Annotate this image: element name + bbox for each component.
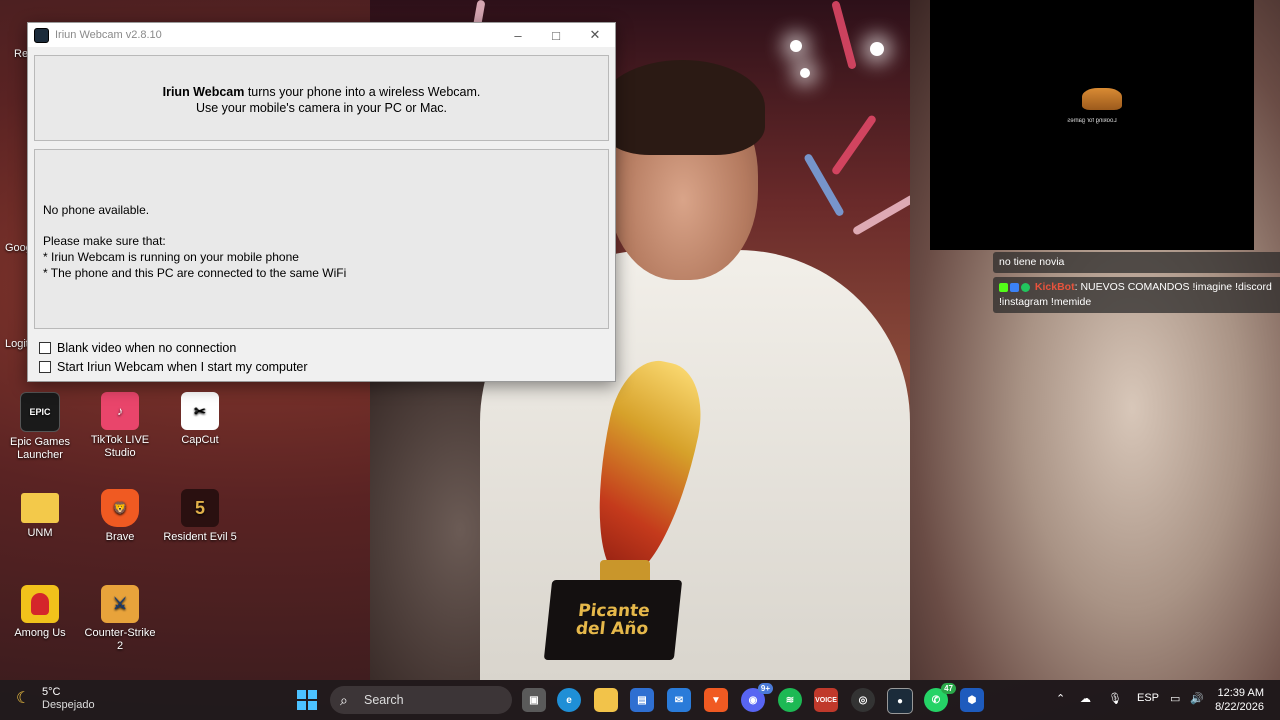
intro-line-1: Iriun Webcam turns your phone into a wir… bbox=[35, 84, 608, 100]
intro-panel: Iriun Webcam turns your phone into a wir… bbox=[34, 55, 609, 141]
desktop-icon-brave[interactable]: 🦁 Brave bbox=[81, 489, 159, 544]
cat-image bbox=[1082, 88, 1122, 110]
desktop-icon-tiktok-live[interactable]: ♪ TikTok LIVE Studio bbox=[81, 392, 159, 460]
folder-icon bbox=[21, 493, 59, 523]
voicemod-icon[interactable]: VOICE bbox=[814, 688, 838, 712]
whatsapp-badge: 47 bbox=[941, 683, 956, 694]
taskbar-search[interactable]: ⌕ Search bbox=[330, 686, 512, 714]
iriun-taskbar-icon[interactable]: ● bbox=[887, 688, 913, 714]
blank-video-label[interactable]: Blank video when no connection bbox=[57, 341, 236, 355]
onedrive-icon[interactable]: ☁ bbox=[1080, 692, 1091, 705]
rocket-league-icon[interactable]: ⬢ bbox=[960, 688, 984, 712]
desktop-icon-label: UNM bbox=[27, 527, 53, 539]
among-us-icon bbox=[21, 585, 59, 623]
trophy-text-line1: Picante bbox=[577, 601, 651, 621]
chevron-up-icon[interactable]: ⌃ bbox=[1056, 692, 1065, 705]
task-view-icon[interactable]: ▣ bbox=[522, 688, 546, 712]
desktop-icon-resident-evil-5[interactable]: 5 Resident Evil 5 bbox=[161, 489, 239, 544]
capcut-icon: ✂ bbox=[181, 392, 219, 430]
whatsapp-icon[interactable]: ✆ 47 bbox=[924, 683, 956, 712]
hint-line: * Iriun Webcam is running on your mobile… bbox=[43, 250, 299, 264]
store-icon[interactable]: ▤ bbox=[630, 688, 654, 712]
chat-message: KickBot: NUEVOS COMANDOS !imagine !disco… bbox=[993, 277, 1280, 313]
maximize-button[interactable]: □ bbox=[537, 23, 575, 47]
stream-preview: Looking for games bbox=[930, 0, 1254, 250]
voicemod-label: VOICE bbox=[815, 696, 837, 704]
discord-badge: 9+ bbox=[757, 683, 773, 694]
weather-condition: Despejado bbox=[42, 699, 95, 711]
hint-heading: Please make sure that: bbox=[43, 234, 166, 248]
preview-text: Looking for games bbox=[1067, 118, 1117, 124]
startup-option[interactable]: Start Iriun Webcam when I start my compu… bbox=[39, 360, 308, 374]
desktop-icon-label: Epic Games Launcher bbox=[10, 436, 70, 461]
iriun-app-icon bbox=[34, 27, 49, 43]
intro-line-2: Use your mobile's camera in your PC or M… bbox=[195, 101, 448, 115]
microphone-icon[interactable]: 🎙 bbox=[1108, 692, 1122, 705]
close-button[interactable]: ✕ bbox=[576, 23, 614, 47]
hint-line: * The phone and this PC are connected to… bbox=[43, 266, 347, 280]
clock-time: 12:39 AM bbox=[1217, 687, 1264, 699]
bot-badge-icon bbox=[1010, 282, 1019, 292]
brave-icon: 🦁 bbox=[101, 489, 139, 527]
spotify-icon[interactable]: ≋ bbox=[778, 688, 802, 712]
start-button[interactable] bbox=[297, 690, 317, 710]
kick-badge-icon bbox=[999, 282, 1008, 292]
weather-temp: 5°C bbox=[42, 686, 61, 698]
desktop-icon-label: Resident Evil 5 bbox=[163, 531, 237, 543]
blank-video-checkbox[interactable] bbox=[39, 342, 51, 354]
desktop-icon-label: Brave bbox=[105, 531, 135, 543]
verified-badge-icon bbox=[1021, 282, 1030, 292]
resident-evil-icon: 5 bbox=[181, 489, 219, 527]
windows-logo-icon bbox=[297, 690, 306, 699]
desktop-icon-unm[interactable]: UNM bbox=[1, 489, 79, 540]
desktop-partial-label[interactable]: Re bbox=[14, 48, 28, 60]
language-indicator[interactable]: ESP bbox=[1137, 692, 1159, 704]
epic-games-icon: EPIC bbox=[20, 392, 60, 432]
weather-widget[interactable]: ☾ 5°C Despejado bbox=[16, 686, 95, 712]
clock[interactable]: 12:39 AM 8/22/2026 bbox=[1214, 686, 1264, 714]
desktop-icon-label: CapCut bbox=[181, 434, 219, 446]
network-icon[interactable]: ▭ bbox=[1170, 692, 1180, 705]
startup-label[interactable]: Start Iriun Webcam when I start my compu… bbox=[57, 360, 308, 374]
clock-date: 8/22/2026 bbox=[1215, 701, 1264, 713]
desktop-icon-epic-games[interactable]: EPIC Epic Games Launcher bbox=[1, 392, 79, 462]
blank-video-option[interactable]: Blank video when no connection bbox=[39, 341, 236, 355]
search-icon: ⌕ bbox=[340, 692, 348, 708]
search-label: Search bbox=[364, 693, 404, 707]
moon-icon: ☾ bbox=[16, 690, 31, 707]
intro-text: turns your phone into a wireless Webcam. bbox=[244, 85, 481, 99]
startup-checkbox[interactable] bbox=[39, 361, 51, 373]
minimize-button[interactable]: – bbox=[499, 23, 537, 47]
desktop-icon-capcut[interactable]: ✂ CapCut bbox=[161, 392, 239, 447]
tiktok-live-icon: ♪ bbox=[101, 392, 139, 430]
desktop-partial-label[interactable]: Logit bbox=[5, 338, 29, 350]
chat-message: no tiene novia bbox=[993, 252, 1280, 273]
desktop-icon-among-us[interactable]: Among Us bbox=[1, 585, 79, 640]
desktop-icon-label: TikTok LIVE Studio bbox=[90, 434, 150, 459]
status-text: No phone available. bbox=[43, 203, 150, 217]
desktop-icon-counter-strike-2[interactable]: ⚔ Counter-Strike 2 bbox=[81, 585, 159, 653]
edge-icon[interactable]: e bbox=[557, 688, 581, 712]
file-explorer-icon[interactable] bbox=[594, 688, 618, 712]
trophy-text-line2: del Año bbox=[574, 619, 650, 639]
trophy-plaque: Picante del Año bbox=[543, 580, 683, 660]
obs-icon[interactable]: ◎ bbox=[851, 688, 875, 712]
chat-nickname[interactable]: KickBot bbox=[1035, 281, 1075, 293]
intro-brand: Iriun Webcam bbox=[162, 85, 245, 99]
status-panel: No phone available. Please make sure tha… bbox=[34, 149, 609, 329]
discord-icon[interactable]: ◉ 9+ bbox=[741, 683, 773, 712]
chat-message-text: no tiene novia bbox=[999, 256, 1065, 268]
counter-strike-icon: ⚔ bbox=[101, 585, 139, 623]
title-bar[interactable]: Iriun Webcam v2.8.10 – □ ✕ bbox=[28, 23, 615, 47]
desktop-icon-label: Counter-Strike 2 bbox=[84, 627, 156, 652]
iriun-webcam-window: Iriun Webcam v2.8.10 – □ ✕ Iriun Webcam … bbox=[27, 22, 616, 382]
desktop-icon-label: Among Us bbox=[14, 627, 66, 639]
outlook-icon[interactable]: ✉ bbox=[667, 688, 691, 712]
brave-taskbar-icon[interactable]: ▼ bbox=[704, 688, 728, 712]
window-title: Iriun Webcam v2.8.10 bbox=[55, 29, 162, 41]
person-hair bbox=[600, 60, 765, 155]
volume-icon[interactable]: 🔊 bbox=[1190, 692, 1204, 705]
taskbar: ☾ 5°C Despejado ⌕ Search ▣ e ▤ ✉ ▼ ◉ 9+ ≋… bbox=[0, 680, 1280, 720]
